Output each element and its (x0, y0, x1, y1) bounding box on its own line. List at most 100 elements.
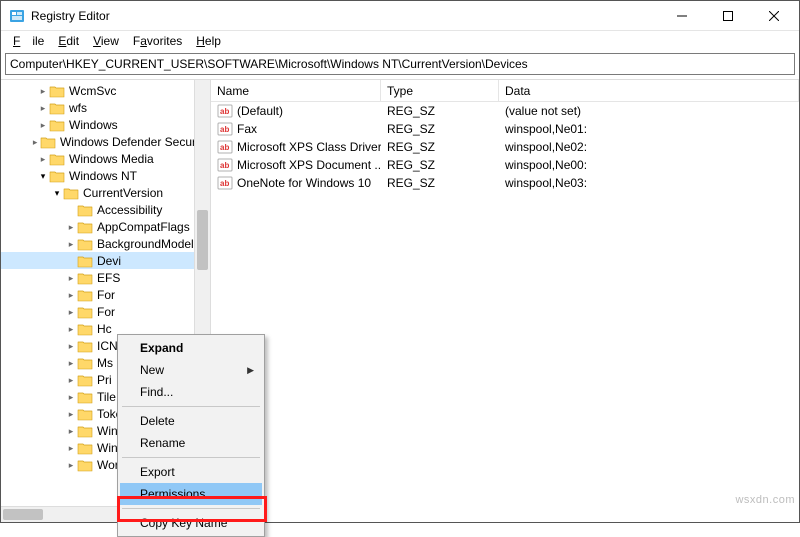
tree-item-label: Ms (95, 356, 115, 370)
tree-item[interactable]: ▸Windows Media (1, 150, 210, 167)
chevron-down-icon[interactable]: ▾ (37, 170, 49, 182)
folder-icon (77, 305, 93, 319)
app-icon (9, 8, 25, 24)
list-row[interactable]: abFaxREG_SZwinspool,Ne01: (211, 120, 799, 138)
tree-item-label: wfs (67, 101, 89, 115)
ctx-new[interactable]: New▶ (120, 359, 262, 381)
folder-icon (77, 373, 93, 387)
chevron-right-icon[interactable]: ▸ (37, 102, 49, 114)
list-row[interactable]: abMicrosoft XPS Document ...REG_SZwinspo… (211, 156, 799, 174)
menubar: File Edit View Favorites Help (1, 31, 799, 51)
value-type: REG_SZ (381, 104, 499, 118)
chevron-right-icon[interactable]: ▸ (65, 459, 77, 471)
tree-item-label: ICN (95, 339, 120, 353)
ctx-delete[interactable]: Delete (120, 410, 262, 432)
value-type: REG_SZ (381, 158, 499, 172)
tree-item-label: EFS (95, 271, 122, 285)
ctx-find[interactable]: Find... (120, 381, 262, 403)
tree-item[interactable]: ▸AppCompatFlags (1, 218, 210, 235)
column-type[interactable]: Type (381, 80, 499, 101)
string-value-icon: ab (217, 175, 233, 191)
window-controls (659, 1, 797, 31)
ctx-separator (122, 406, 260, 407)
string-value-icon: ab (217, 157, 233, 173)
window-title: Registry Editor (31, 9, 659, 23)
ctx-expand[interactable]: Expand (120, 337, 262, 359)
folder-icon (77, 339, 93, 353)
chevron-right-icon[interactable]: ▸ (65, 289, 77, 301)
tree-item-label: Windows (67, 118, 120, 132)
address-bar[interactable]: Computer\HKEY_CURRENT_USER\SOFTWARE\Micr… (5, 53, 795, 75)
chevron-right-icon[interactable]: ▸ (65, 442, 77, 454)
tree-item[interactable]: Accessibility (1, 201, 210, 218)
ctx-separator (122, 508, 260, 509)
folder-icon (77, 322, 93, 336)
chevron-right-icon[interactable]: ▸ (65, 323, 77, 335)
tree-item-label: For (95, 305, 117, 319)
folder-icon (77, 288, 93, 302)
menu-favorites[interactable]: Favorites (127, 34, 188, 48)
folder-icon (63, 186, 79, 200)
chevron-right-icon[interactable]: ▸ (65, 306, 77, 318)
chevron-right-icon[interactable]: ▸ (65, 340, 77, 352)
tree-item[interactable]: ▸Windows Defender Security (1, 133, 210, 150)
value-data: winspool,Ne01: (499, 122, 799, 136)
value-data: winspool,Ne00: (499, 158, 799, 172)
chevron-right-icon[interactable]: ▸ (65, 391, 77, 403)
value-list[interactable]: Name Type Data ab(Default)REG_SZ(value n… (211, 80, 799, 522)
menu-file[interactable]: File (7, 34, 50, 48)
tree-item[interactable]: ▸ For (1, 286, 210, 303)
folder-icon (40, 135, 56, 149)
list-header[interactable]: Name Type Data (211, 80, 799, 102)
folder-icon (77, 407, 93, 421)
list-row[interactable]: abMicrosoft XPS Class DriverREG_SZwinspo… (211, 138, 799, 156)
value-data: winspool,Ne03: (499, 176, 799, 190)
ctx-permissions[interactable]: Permissions... (120, 483, 262, 505)
chevron-down-icon[interactable]: ▾ (51, 187, 63, 199)
chevron-right-icon[interactable]: ▸ (37, 119, 49, 131)
close-button[interactable] (751, 1, 797, 31)
tree-item[interactable]: ▸ Windows (1, 116, 210, 133)
menu-edit[interactable]: Edit (52, 34, 85, 48)
string-value-icon: ab (217, 139, 233, 155)
value-data: winspool,Ne02: (499, 140, 799, 154)
chevron-right-icon[interactable]: ▸ (65, 221, 77, 233)
chevron-right-icon[interactable]: ▸ (37, 153, 49, 165)
column-name[interactable]: Name (211, 80, 381, 101)
chevron-right-icon[interactable]: ▸ (37, 85, 49, 97)
chevron-right-icon[interactable]: ▸ (65, 425, 77, 437)
chevron-right-icon[interactable]: ▸ (65, 374, 77, 386)
ctx-copy-key-name[interactable]: Copy Key Name (120, 512, 262, 534)
chevron-right-icon[interactable]: ▸ (65, 272, 77, 284)
tree-item[interactable]: ▸WcmSvc (1, 82, 210, 99)
tree-item[interactable]: ▾Windows NT (1, 167, 210, 184)
address-text: Computer\HKEY_CURRENT_USER\SOFTWARE\Micr… (10, 57, 528, 71)
tree-item[interactable]: ▸ For (1, 303, 210, 320)
chevron-right-icon[interactable]: ▸ (65, 408, 77, 420)
folder-icon (49, 84, 65, 98)
column-data[interactable]: Data (499, 80, 799, 101)
maximize-button[interactable] (705, 1, 751, 31)
ctx-rename[interactable]: Rename (120, 432, 262, 454)
tree-item[interactable]: ▾CurrentVersion (1, 184, 210, 201)
list-row[interactable]: abOneNote for Windows 10REG_SZwinspool,N… (211, 174, 799, 192)
folder-icon (77, 458, 93, 472)
chevron-right-icon[interactable]: ▸ (65, 357, 77, 369)
tree-item-label: For (95, 288, 117, 302)
folder-icon (49, 118, 65, 132)
chevron-right-icon[interactable]: ▸ (65, 238, 77, 250)
folder-icon (77, 237, 93, 251)
menu-help[interactable]: Help (190, 34, 227, 48)
tree-item-label: BackgroundModel (95, 237, 196, 251)
tree-item[interactable]: ▸ EFS (1, 269, 210, 286)
tree-item[interactable]: Devi (1, 252, 210, 269)
tree-item[interactable]: ▸ wfs (1, 99, 210, 116)
tree-item-label: Tile (95, 390, 118, 404)
ctx-export[interactable]: Export (120, 461, 262, 483)
menu-view[interactable]: View (87, 34, 125, 48)
titlebar: Registry Editor (1, 1, 799, 31)
minimize-button[interactable] (659, 1, 705, 31)
chevron-right-icon[interactable]: ▸ (30, 136, 40, 148)
list-row[interactable]: ab(Default)REG_SZ(value not set) (211, 102, 799, 120)
tree-item[interactable]: ▸ BackgroundModel (1, 235, 210, 252)
